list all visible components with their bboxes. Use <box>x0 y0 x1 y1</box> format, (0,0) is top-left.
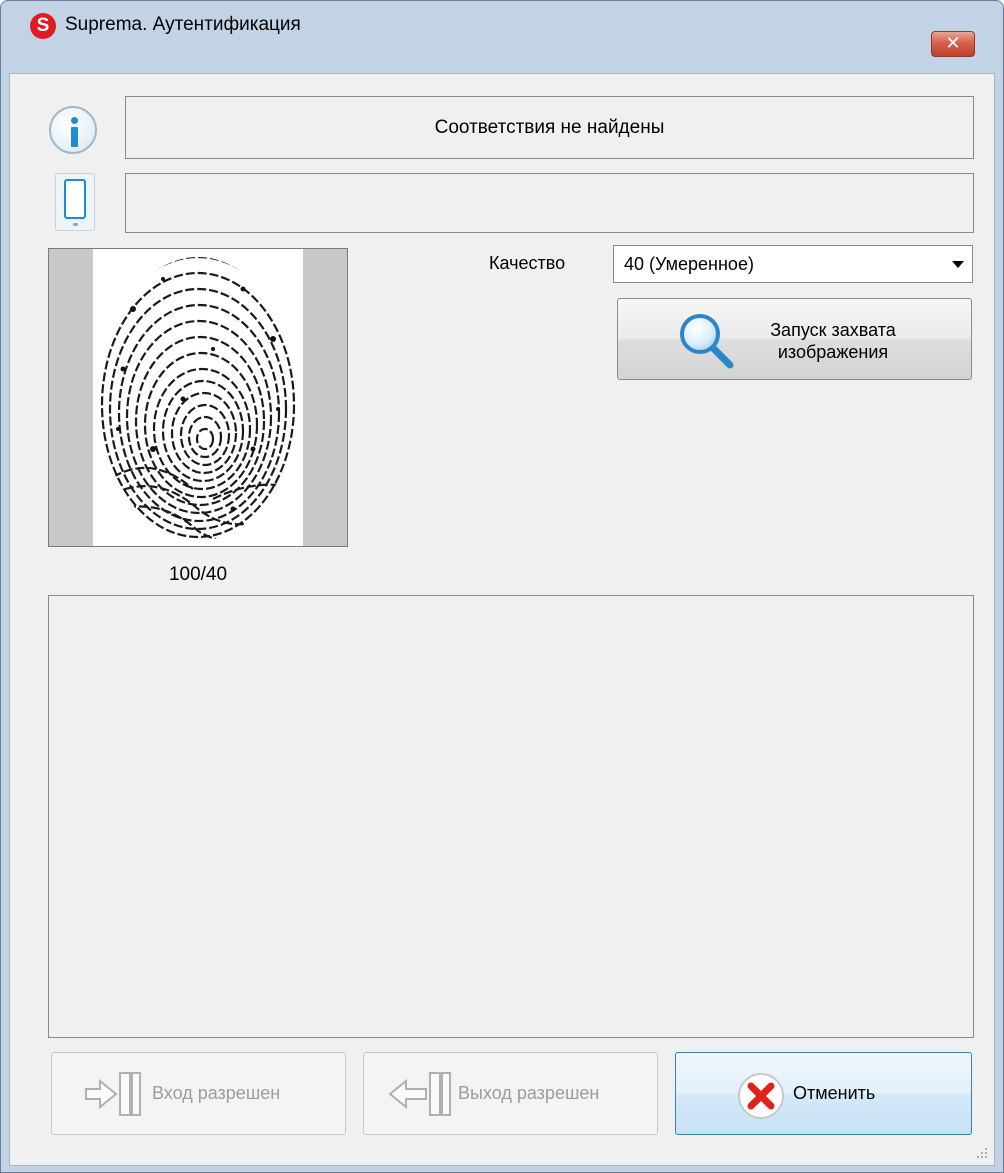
resize-grip[interactable] <box>975 1146 989 1160</box>
device-phone-icon <box>55 173 95 231</box>
start-capture-label: Запуск захвата изображения <box>770 320 896 362</box>
info-icon <box>49 106 97 154</box>
cancel-x-icon <box>738 1073 784 1119</box>
start-capture-button[interactable]: Запуск захвата изображения <box>617 298 972 380</box>
resize-grip-icon <box>977 1148 987 1158</box>
fingerprint-icon <box>100 257 296 541</box>
quality-select-value: 40 (Умеренное) <box>624 254 754 274</box>
title-bar: S Suprema. Аутентификация <box>1 1 1003 43</box>
status-message-text: Соответствия не найдены <box>434 116 665 138</box>
entry-allowed-label: Вход разрешен <box>152 1083 281 1103</box>
exit-door-icon <box>388 1072 451 1116</box>
cancel-button[interactable]: Отменить <box>675 1052 972 1135</box>
log-area <box>48 595 974 1038</box>
suprema-logo-icon: S <box>30 13 56 39</box>
quality-score-text: 100/40 <box>168 564 228 585</box>
auth-window: S Suprema. Аутентификация ✕ Соответствия… <box>0 0 1004 1173</box>
fingerprint-image <box>93 249 303 546</box>
status-message: Соответствия не найдены <box>125 96 974 159</box>
entry-allowed-button[interactable]: Вход разрешен <box>51 1052 346 1135</box>
quality-select[interactable]: 40 (Умеренное) <box>613 245 973 283</box>
cancel-label: Отменить <box>793 1083 876 1103</box>
close-button[interactable]: ✕ <box>931 31 975 57</box>
fingerprint-preview <box>48 248 348 547</box>
window-title: Suprema. Аутентификация <box>65 14 301 35</box>
enter-door-icon <box>85 1072 141 1116</box>
quality-label: Качество <box>489 253 566 273</box>
device-status-box <box>125 173 974 233</box>
exit-allowed-button[interactable]: Выход разрешен <box>363 1052 658 1135</box>
exit-allowed-label: Выход разрешен <box>458 1083 600 1103</box>
chevron-down-icon <box>952 261 964 268</box>
close-icon: ✕ <box>945 33 961 53</box>
magnifier-icon <box>680 314 734 369</box>
